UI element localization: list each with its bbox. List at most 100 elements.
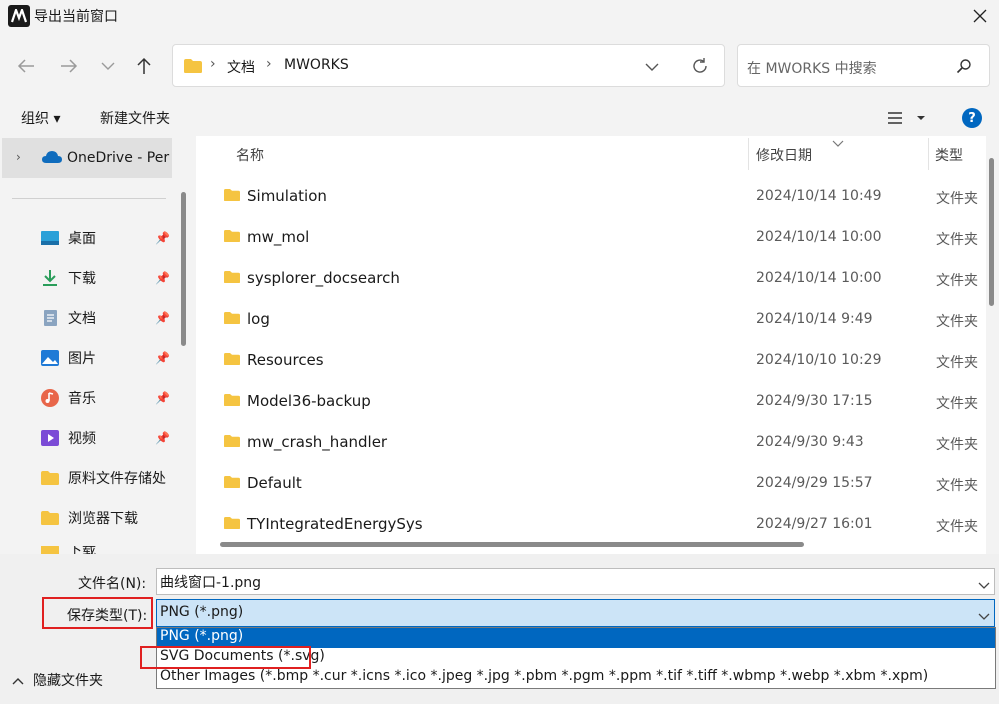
file-type: 文件夹 bbox=[936, 478, 978, 494]
download-icon bbox=[43, 270, 57, 286]
file-date: 2024/10/14 9:49 bbox=[756, 311, 873, 327]
recent-locations-button[interactable] bbox=[92, 50, 124, 82]
folder-icon bbox=[224, 476, 240, 488]
refresh-button[interactable] bbox=[691, 57, 709, 79]
view-options-button[interactable] bbox=[887, 111, 927, 129]
sidebar-label: 下载 bbox=[68, 271, 96, 287]
folder-icon bbox=[224, 312, 240, 324]
folder-icon bbox=[224, 271, 240, 283]
sidebar-item-music[interactable]: 音乐 bbox=[40, 386, 96, 410]
column-divider[interactable] bbox=[748, 138, 749, 170]
folder-icon bbox=[224, 230, 240, 242]
sidebar-item-downloads[interactable]: 下载 bbox=[40, 266, 96, 290]
folder-icon bbox=[224, 435, 240, 447]
folder-icon bbox=[41, 546, 59, 554]
sidebar-item-browser-downloads[interactable]: 浏览器下载 bbox=[40, 506, 138, 530]
filetype-option-png[interactable]: PNG (*.png) bbox=[157, 628, 995, 648]
sidebar-scrollbar[interactable] bbox=[181, 192, 186, 346]
arrow-left-icon bbox=[17, 59, 34, 73]
folder-icon bbox=[41, 511, 59, 525]
file-type: 文件夹 bbox=[936, 191, 978, 207]
list-view-icon bbox=[888, 112, 925, 124]
sidebar-label: 图片 bbox=[68, 351, 96, 367]
sidebar-item-downloads-2[interactable]: 下载 bbox=[40, 546, 96, 554]
mworks-logo-icon bbox=[8, 5, 30, 27]
sidebar-item-pictures[interactable]: 图片 bbox=[40, 346, 96, 370]
column-divider[interactable] bbox=[928, 138, 929, 170]
folder-icon bbox=[224, 353, 240, 365]
file-date: 2024/9/30 17:15 bbox=[756, 393, 873, 409]
music-icon bbox=[41, 389, 59, 407]
expand-chevron-icon[interactable]: › bbox=[16, 150, 21, 164]
file-date: 2024/10/14 10:00 bbox=[756, 270, 882, 286]
list-vertical-scrollbar[interactable] bbox=[989, 158, 994, 306]
folder-icon bbox=[224, 517, 240, 529]
chevron-down-icon[interactable] bbox=[978, 578, 990, 594]
filetype-option-other[interactable]: Other Images (*.bmp *.cur *.icns *.ico *… bbox=[157, 668, 995, 688]
file-name: log bbox=[247, 310, 270, 328]
sidebar-item-raw-files[interactable]: 原料文件存储处 bbox=[40, 466, 166, 490]
sidebar-item-videos[interactable]: 视频 bbox=[40, 426, 96, 450]
folder-icon bbox=[224, 394, 240, 406]
chevron-down-icon[interactable] bbox=[978, 609, 990, 625]
sidebar-item-documents[interactable]: 文档 bbox=[40, 306, 96, 330]
breadcrumb-separator: › bbox=[210, 56, 216, 72]
filename-value: 曲线窗口-1.png bbox=[160, 575, 262, 591]
file-date: 2024/9/30 9:43 bbox=[756, 434, 864, 450]
breadcrumb-separator: › bbox=[266, 56, 272, 72]
sidebar-label: 文档 bbox=[68, 311, 96, 327]
column-header-name[interactable]: 名称 bbox=[236, 145, 264, 165]
file-date: 2024/10/14 10:49 bbox=[756, 188, 882, 204]
breadcrumb-mworks[interactable]: MWORKS bbox=[284, 57, 349, 73]
column-header-date[interactable]: 修改日期 bbox=[756, 145, 812, 165]
forward-button[interactable] bbox=[53, 50, 85, 82]
window-title: 导出当前窗口 bbox=[34, 9, 118, 25]
address-history-button[interactable] bbox=[645, 60, 659, 76]
close-button[interactable] bbox=[964, 2, 996, 30]
file-name: Default bbox=[247, 474, 302, 492]
desktop-icon bbox=[41, 231, 59, 245]
file-type: 文件夹 bbox=[936, 519, 978, 535]
sidebar-label-onedrive: OneDrive - Per bbox=[67, 150, 170, 166]
pin-icon: 📌 bbox=[155, 231, 170, 245]
organize-menu[interactable]: 组织 ▾ bbox=[21, 108, 60, 128]
file-name: TYIntegratedEnergySys bbox=[247, 515, 423, 533]
sidebar-label: 浏览器下载 bbox=[68, 511, 138, 527]
file-date: 2024/10/10 10:29 bbox=[756, 352, 882, 368]
list-horizontal-scrollbar[interactable] bbox=[220, 542, 804, 547]
back-button[interactable] bbox=[10, 50, 42, 82]
pin-icon: 📌 bbox=[155, 271, 170, 285]
chevron-down-icon bbox=[645, 63, 659, 71]
pin-icon: 📌 bbox=[155, 351, 170, 365]
column-header-type[interactable]: 类型 bbox=[935, 145, 963, 165]
file-type: 文件夹 bbox=[936, 314, 978, 330]
sidebar-label: 桌面 bbox=[68, 231, 96, 247]
sidebar-label: 视频 bbox=[68, 431, 96, 447]
sidebar-label: 原料文件存储处 bbox=[68, 471, 166, 487]
file-type: 文件夹 bbox=[936, 355, 978, 371]
up-button[interactable] bbox=[128, 50, 160, 82]
file-type: 文件夹 bbox=[936, 232, 978, 248]
file-type: 文件夹 bbox=[936, 437, 978, 453]
pin-icon: 📌 bbox=[155, 311, 170, 325]
hide-folders-button[interactable]: 隐藏文件夹 bbox=[33, 670, 103, 690]
new-folder-button[interactable]: 新建文件夹 bbox=[100, 108, 170, 128]
filetype-select[interactable] bbox=[156, 599, 995, 627]
file-name: Model36-backup bbox=[247, 392, 371, 410]
folder-icon bbox=[183, 58, 203, 78]
sidebar-item-desktop[interactable]: 桌面 bbox=[40, 226, 96, 250]
refresh-icon bbox=[693, 58, 707, 73]
close-icon bbox=[973, 9, 987, 23]
filename-field[interactable] bbox=[156, 568, 995, 595]
file-name: mw_mol bbox=[247, 228, 310, 246]
filetype-label: 保存类型(T): bbox=[67, 608, 148, 624]
pin-icon: 📌 bbox=[155, 431, 170, 445]
breadcrumb-documents[interactable]: 文档 bbox=[227, 57, 255, 77]
sort-indicator-icon bbox=[832, 136, 844, 152]
file-date: 2024/9/29 15:57 bbox=[756, 475, 873, 491]
help-button[interactable]: ? bbox=[962, 108, 982, 128]
filetype-value: PNG (*.png) bbox=[160, 604, 244, 620]
file-type: 文件夹 bbox=[936, 396, 978, 412]
chevron-up-icon[interactable] bbox=[12, 673, 24, 689]
sidebar-label: 音乐 bbox=[68, 391, 96, 407]
